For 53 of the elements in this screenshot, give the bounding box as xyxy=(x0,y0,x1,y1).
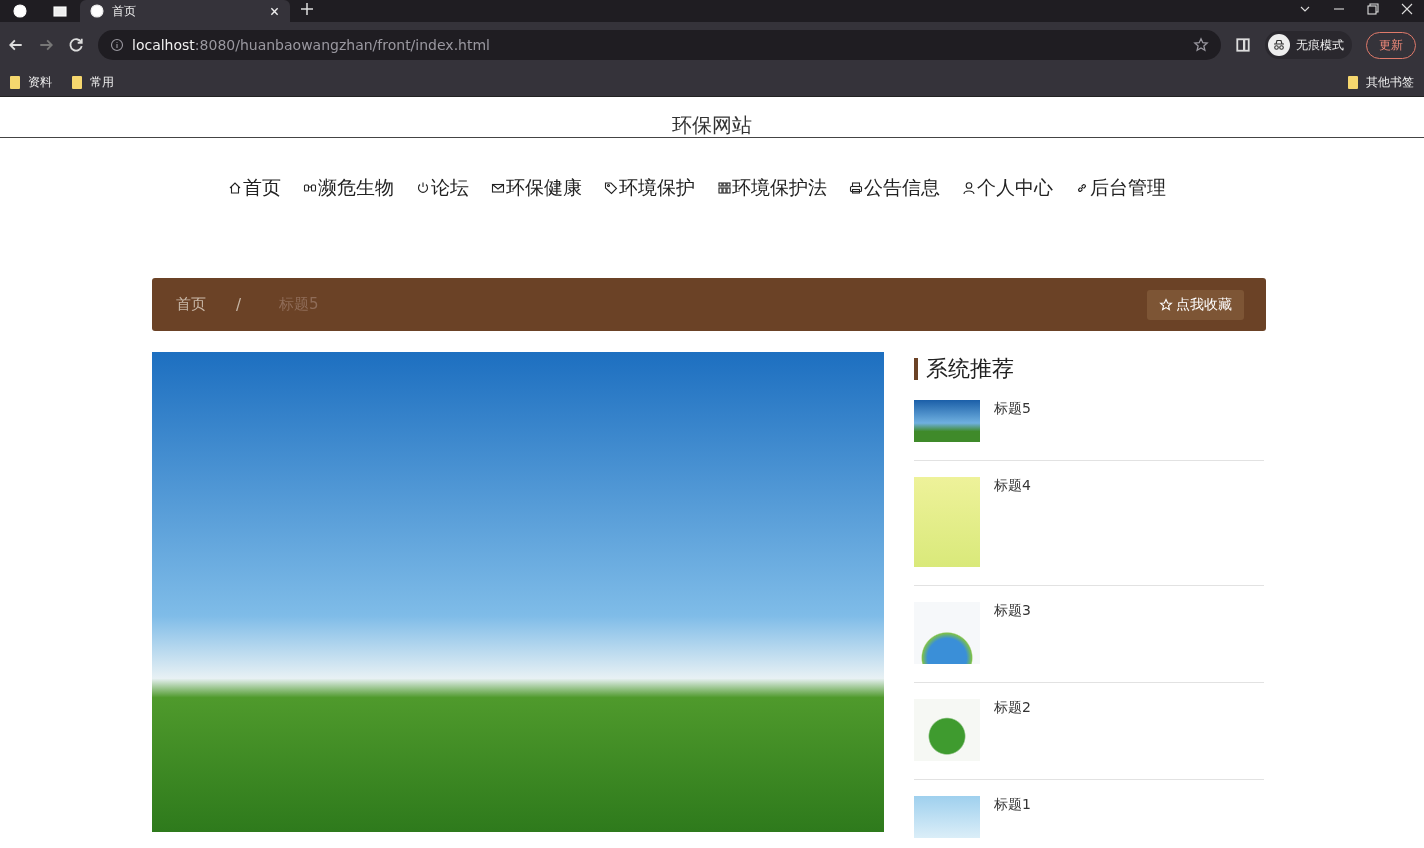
link-icon xyxy=(1075,181,1089,195)
window-icon xyxy=(52,4,68,18)
sidebar-title: 系统推荐 xyxy=(926,355,1014,383)
recommended-link[interactable]: 标题4 xyxy=(994,477,1031,495)
recommended-link[interactable]: 标题3 xyxy=(994,602,1031,620)
nav-link[interactable]: 后台管理 xyxy=(1075,174,1166,202)
user-icon xyxy=(962,181,976,195)
thumbnail-placeholder[interactable] xyxy=(914,400,980,442)
site-title: 环保网站 xyxy=(672,111,752,139)
nav-link[interactable]: 环境保护 xyxy=(604,174,695,202)
address-bar[interactable]: localhost:8080/huanbaowangzhan/front/index.html xyxy=(98,30,1221,60)
breadcrumb-link[interactable]: 首页 xyxy=(176,295,206,314)
nav-link[interactable]: 公告信息 xyxy=(849,174,940,202)
nav-link[interactable]: 个人中心 xyxy=(962,174,1053,202)
thumbnail-placeholder[interactable] xyxy=(914,602,980,664)
back-icon xyxy=(8,37,24,53)
home-icon xyxy=(228,181,242,195)
restore-icon xyxy=(1366,2,1380,16)
plus-icon xyxy=(300,2,314,16)
bookmark[interactable]: 常用 xyxy=(72,73,114,91)
close-icon xyxy=(269,5,280,17)
grid-icon xyxy=(717,181,731,195)
info-icon xyxy=(110,38,124,52)
breadcrumb-separator: / xyxy=(236,295,242,314)
nav-link[interactable]: 环境保护法 xyxy=(717,174,827,202)
nav-link[interactable]: 环保健康 xyxy=(491,174,582,202)
other-bookmarks[interactable]: 其他书签 xyxy=(1348,73,1414,91)
mail-icon xyxy=(491,181,505,195)
power-icon xyxy=(416,181,430,195)
recommended-link[interactable]: 标题2 xyxy=(994,699,1031,717)
star-icon xyxy=(1159,297,1173,312)
tag-icon xyxy=(604,181,618,195)
recommended-link[interactable]: 标题5 xyxy=(994,400,1031,418)
close-icon xyxy=(1400,2,1414,16)
browser-tab[interactable]: 首页 xyxy=(80,0,290,22)
thumbnail-placeholder[interactable] xyxy=(914,699,980,761)
thumbnail-placeholder[interactable] xyxy=(914,796,980,838)
binoculars-icon xyxy=(303,181,317,195)
recommended-link[interactable]: 标题1 xyxy=(994,796,1031,814)
incognito-profile-button[interactable]: 无痕模式 xyxy=(1265,31,1352,59)
favorite-button[interactable]: 点我收藏 xyxy=(1147,289,1244,320)
bookmark[interactable]: 资料 xyxy=(10,73,52,91)
nav-link[interactable]: 首页 xyxy=(228,174,281,202)
thumbnail-placeholder[interactable] xyxy=(914,477,980,567)
reload-icon xyxy=(68,37,84,53)
heading-bar xyxy=(914,358,918,380)
side-panel-icon xyxy=(1235,37,1251,53)
nav-link[interactable]: 论坛 xyxy=(416,174,469,202)
nav-link[interactable]: 濒危生物 xyxy=(303,174,394,202)
forward-icon xyxy=(38,37,54,53)
printer-icon xyxy=(849,181,863,195)
star-icon xyxy=(1193,37,1209,53)
incognito-icon xyxy=(1272,38,1286,52)
